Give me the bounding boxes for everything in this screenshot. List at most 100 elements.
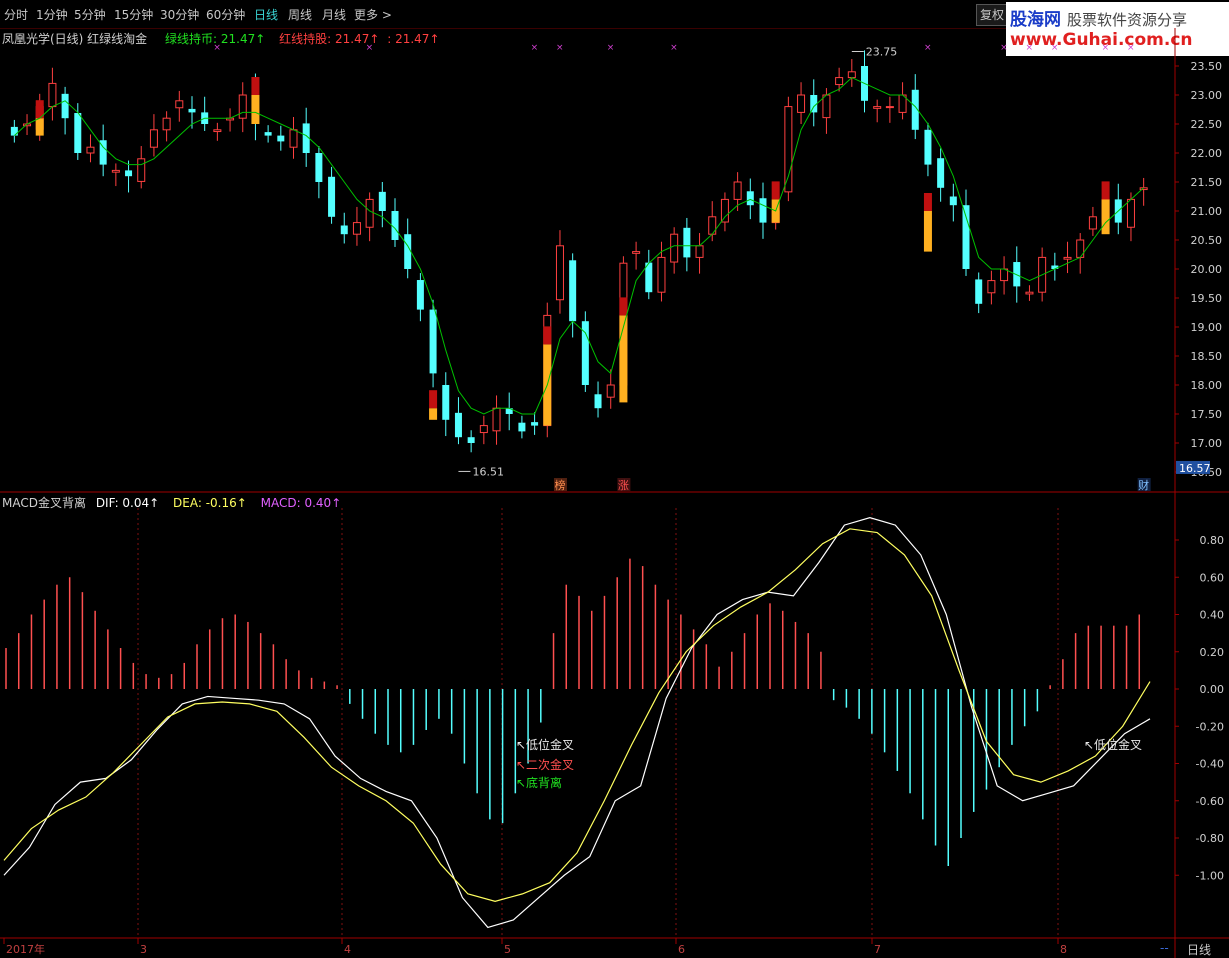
- candle-body: [531, 422, 539, 426]
- candle-body: [1025, 291, 1034, 295]
- price-tick-label: 21.00: [1191, 205, 1223, 218]
- event-marker: 财: [1138, 478, 1149, 492]
- price-tick-label: 20.00: [1191, 263, 1223, 276]
- candle-body: [962, 205, 970, 269]
- kline-chart: 16.5017.0017.5018.0018.5019.0019.5020.00…: [0, 28, 1229, 958]
- dif-line: [3, 517, 1151, 929]
- candle-body: [86, 146, 95, 154]
- candle-body: [873, 106, 882, 109]
- candle-body: [606, 384, 615, 398]
- signal-x-marker: ×: [1051, 43, 1059, 53]
- candle-body: [61, 93, 69, 119]
- price-tick-label: 18.50: [1191, 350, 1223, 363]
- signal-bar-top: [1101, 181, 1110, 200]
- candle-body: [340, 225, 348, 235]
- macd-tick-label: 0.80: [1200, 534, 1225, 547]
- signal-bar-top: [251, 77, 260, 95]
- candle-body: [137, 158, 146, 182]
- annotation-bottom-divergence: ↖底背离: [516, 775, 562, 790]
- signal-bar-top: [923, 193, 932, 211]
- signal-bar: [35, 118, 44, 136]
- candle-body: [835, 77, 844, 86]
- event-marker: 榜: [554, 478, 565, 492]
- signal-x-marker: ×: [607, 43, 615, 53]
- price-tick-label: 19.00: [1191, 321, 1223, 334]
- date-label: 3: [140, 943, 147, 956]
- price-tick-label: 18.00: [1191, 379, 1223, 392]
- date-label: 8: [1060, 943, 1067, 956]
- price-tick-label: 23.50: [1191, 60, 1223, 73]
- price-tick-label: 17.50: [1191, 408, 1223, 421]
- macd-tick-label: -0.40: [1196, 758, 1224, 771]
- candle-body: [111, 169, 120, 173]
- candle-body: [670, 233, 679, 263]
- candle-body: [784, 106, 793, 193]
- footer-period-label[interactable]: 日线: [1187, 941, 1211, 958]
- candle-body: [213, 129, 222, 133]
- price-tick-label: 21.50: [1191, 176, 1223, 189]
- candle-body: [125, 170, 133, 177]
- signal-bar: [1101, 199, 1110, 235]
- macd-tick-label: -0.60: [1196, 795, 1224, 808]
- candle-body: [492, 407, 501, 432]
- annotation-low-golden-cross: ↖低位金叉: [516, 737, 574, 752]
- macd-tick-label: -1.00: [1196, 869, 1224, 882]
- green-line: [14, 77, 1144, 415]
- signal-x-marker: ×: [1102, 43, 1110, 53]
- signal-bar: [923, 211, 932, 252]
- candle-body: [695, 245, 704, 258]
- dea-line: [3, 528, 1151, 902]
- candle-body: [479, 425, 488, 434]
- macd-tick-label: 0.20: [1200, 646, 1225, 659]
- candle-body: [162, 117, 171, 131]
- candle-body: [759, 198, 767, 223]
- footer-dash: --: [1160, 941, 1169, 955]
- candle-body: [416, 280, 424, 310]
- annotation-second-golden-cross: ↖二次金叉: [516, 757, 574, 772]
- signal-bar-top: [619, 297, 628, 316]
- signal-x-marker: ×: [924, 43, 932, 53]
- candle-body: [442, 385, 450, 420]
- candle-body: [277, 135, 285, 142]
- price-tick-label: 17.00: [1191, 437, 1223, 450]
- candle-body: [657, 256, 666, 293]
- macd-tick-label: 0.40: [1200, 609, 1225, 622]
- candle-body: [822, 94, 831, 119]
- date-label: 2017年: [6, 942, 45, 956]
- candle-body: [885, 106, 894, 109]
- candle-body: [429, 309, 437, 374]
- candle-body: [733, 181, 742, 200]
- candle-body: [987, 280, 996, 294]
- candle-body: [1126, 198, 1135, 228]
- candle-body: [594, 394, 602, 409]
- candle-body: [797, 94, 806, 113]
- signal-x-marker: ×: [213, 43, 221, 53]
- date-label: 6: [678, 943, 685, 956]
- candle-body: [924, 129, 932, 165]
- candle-body: [289, 129, 298, 148]
- candle-body: [467, 437, 475, 443]
- signal-x-marker: ×: [531, 43, 539, 53]
- last-price: 16.57: [1179, 462, 1211, 475]
- candle-body: [454, 412, 462, 438]
- candle-body: [949, 196, 957, 206]
- date-label: 5: [504, 943, 511, 956]
- signal-bar-top: [771, 181, 780, 200]
- signal-bar: [251, 95, 260, 124]
- candle-body: [632, 251, 641, 254]
- candle-body: [518, 422, 526, 432]
- candle-body: [365, 198, 374, 228]
- price-tick-label: 22.00: [1191, 147, 1223, 160]
- candle-body: [847, 71, 856, 79]
- candle-body: [378, 191, 386, 211]
- candle-body: [149, 129, 158, 148]
- macd-tick-label: 0.00: [1200, 683, 1225, 696]
- candle-body: [188, 108, 196, 113]
- candle-body: [238, 94, 247, 119]
- event-marker: 涨: [618, 479, 629, 492]
- macd-tick-label: -0.80: [1196, 832, 1224, 845]
- high-label: 23.75: [866, 46, 898, 59]
- candle-body: [720, 198, 729, 223]
- signal-x-marker: ×: [556, 43, 564, 53]
- candle-body: [1063, 256, 1072, 260]
